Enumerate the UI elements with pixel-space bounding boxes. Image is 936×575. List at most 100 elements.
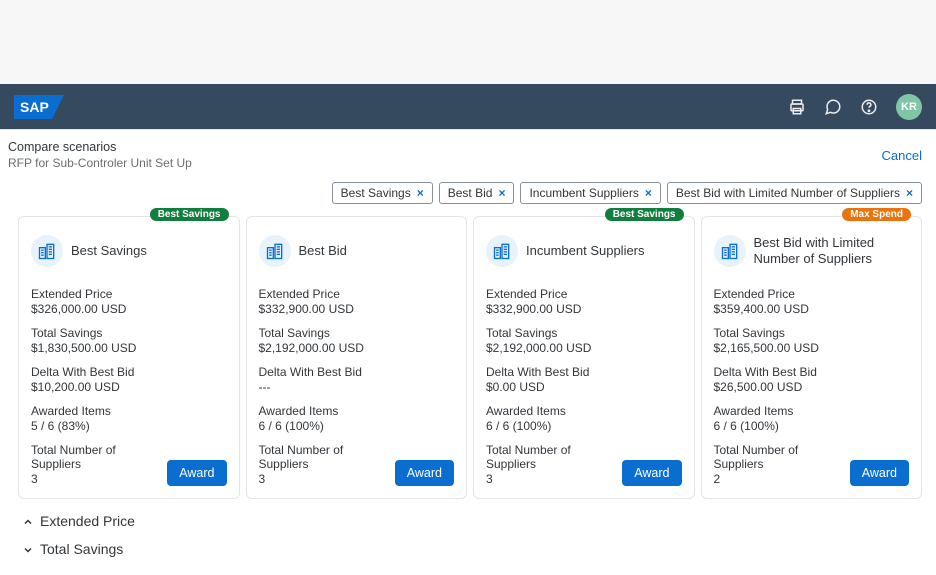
metric-value: 6 / 6 (100%) bbox=[259, 419, 455, 433]
metric-ext_price: Extended Price$326,000.00 USD bbox=[31, 287, 227, 316]
comment-icon[interactable] bbox=[824, 98, 842, 116]
metric-suppliers: Total Number of Suppliers3 bbox=[259, 443, 395, 486]
chip-incumbent[interactable]: Incumbent Suppliers × bbox=[520, 182, 660, 204]
metric-awarded: Awarded Items6 / 6 (100%) bbox=[486, 404, 682, 433]
metric-label: Total Savings bbox=[31, 326, 227, 340]
metric-label: Awarded Items bbox=[486, 404, 682, 418]
card-footer: Total Number of Suppliers3Award bbox=[486, 433, 682, 486]
metric-total_savings: Total Savings$1,830,500.00 USD bbox=[31, 326, 227, 355]
metric-value: $2,165,500.00 USD bbox=[714, 341, 910, 355]
award-button[interactable]: Award bbox=[167, 460, 226, 486]
metric-value: $332,900.00 USD bbox=[259, 302, 455, 316]
scenario-card: Best Bid Extended Price$332,900.00 USD Tot… bbox=[246, 216, 468, 499]
metric-label: Extended Price bbox=[31, 287, 227, 301]
header-actions: KR bbox=[788, 94, 922, 120]
best-savings-badge: Best Savings bbox=[150, 208, 229, 221]
close-icon[interactable]: × bbox=[645, 186, 652, 200]
close-icon[interactable]: × bbox=[417, 186, 424, 200]
sections: Extended Price Total Savings bbox=[0, 499, 936, 575]
metric-delta: Delta With Best Bid$26,500.00 USD bbox=[714, 365, 910, 394]
metric-delta: Delta With Best Bid$0.00 USD bbox=[486, 365, 682, 394]
metric-value: --- bbox=[259, 380, 455, 394]
metric-label: Total Savings bbox=[714, 326, 910, 340]
award-button[interactable]: Award bbox=[850, 460, 909, 486]
metric-label: Total Savings bbox=[259, 326, 455, 340]
card-title: Best Bid bbox=[299, 243, 347, 259]
card-footer: Total Number of Suppliers3Award bbox=[259, 433, 455, 486]
metric-value: 6 / 6 (100%) bbox=[714, 419, 910, 433]
svg-text:SAP: SAP bbox=[20, 99, 49, 115]
close-icon[interactable]: × bbox=[498, 186, 505, 200]
metric-value: $2,192,000.00 USD bbox=[259, 341, 455, 355]
metric-label: Total Number of Suppliers bbox=[259, 443, 395, 471]
metric-ext_price: Extended Price$332,900.00 USD bbox=[259, 287, 455, 316]
chip-label: Incumbent Suppliers bbox=[529, 186, 638, 200]
metric-delta: Delta With Best Bid$10,200.00 USD bbox=[31, 365, 227, 394]
metric-ext_price: Extended Price$332,900.00 USD bbox=[486, 287, 682, 316]
award-button[interactable]: Award bbox=[622, 460, 681, 486]
chip-label: Best Bid with Limited Number of Supplier… bbox=[676, 186, 900, 200]
card-header: Best Bid with Limited Number of Supplier… bbox=[714, 231, 910, 271]
section-extended-price[interactable]: Extended Price bbox=[22, 507, 918, 535]
metric-total_savings: Total Savings$2,192,000.00 USD bbox=[259, 326, 455, 355]
avatar[interactable]: KR bbox=[896, 94, 922, 120]
metric-suppliers: Total Number of Suppliers2 bbox=[714, 443, 850, 486]
max-spend-badge: Max Spend bbox=[842, 208, 911, 221]
section-label: Extended Price bbox=[40, 513, 135, 529]
shell-header: SAP KR bbox=[0, 84, 936, 129]
metric-value: 2 bbox=[714, 472, 850, 486]
metric-value: 3 bbox=[31, 472, 167, 486]
chevron-down-icon bbox=[22, 544, 32, 554]
metric-awarded: Awarded Items6 / 6 (100%) bbox=[714, 404, 910, 433]
metric-label: Delta With Best Bid bbox=[486, 365, 682, 379]
section-total-savings[interactable]: Total Savings bbox=[22, 535, 918, 563]
card-title: Best Bid with Limited Number of Supplier… bbox=[754, 235, 910, 268]
metric-label: Awarded Items bbox=[31, 404, 227, 418]
chip-limited[interactable]: Best Bid with Limited Number of Supplier… bbox=[667, 182, 922, 204]
award-button[interactable]: Award bbox=[395, 460, 454, 486]
metric-value: $1,830,500.00 USD bbox=[31, 341, 227, 355]
metric-total_savings: Total Savings$2,165,500.00 USD bbox=[714, 326, 910, 355]
metric-label: Delta With Best Bid bbox=[31, 365, 227, 379]
card-title: Incumbent Suppliers bbox=[526, 243, 645, 259]
chevron-up-icon bbox=[22, 516, 32, 526]
scenario-card: Best SavingsBest SavingsExtended Price$3… bbox=[18, 216, 240, 499]
card-footer: Total Number of Suppliers3Award bbox=[31, 433, 227, 486]
metric-value: 5 / 6 (83%) bbox=[31, 419, 227, 433]
best-savings-badge: Best Savings bbox=[605, 208, 684, 221]
card-footer: Total Number of Suppliers2Award bbox=[714, 433, 910, 486]
help-icon[interactable] bbox=[860, 98, 878, 116]
metric-ext_price: Extended Price$359,400.00 USD bbox=[714, 287, 910, 316]
metric-value: $10,200.00 USD bbox=[31, 380, 227, 394]
cancel-link[interactable]: Cancel bbox=[882, 148, 922, 163]
metric-label: Delta With Best Bid bbox=[714, 365, 910, 379]
chips-row: Best Savings × Best Bid × Incumbent Supp… bbox=[0, 178, 936, 210]
card-header: Best Bid bbox=[259, 231, 455, 271]
print-icon[interactable] bbox=[788, 98, 806, 116]
card-title: Best Savings bbox=[71, 243, 147, 259]
chip-best-savings[interactable]: Best Savings × bbox=[332, 182, 433, 204]
metric-value: $2,192,000.00 USD bbox=[486, 341, 682, 355]
close-icon[interactable]: × bbox=[906, 186, 913, 200]
chip-best-bid[interactable]: Best Bid × bbox=[439, 182, 515, 204]
metric-suppliers: Total Number of Suppliers3 bbox=[31, 443, 167, 486]
chip-label: Best Bid bbox=[448, 186, 493, 200]
metric-delta: Delta With Best Bid--- bbox=[259, 365, 455, 394]
card-header: Best Savings bbox=[31, 231, 227, 271]
metric-value: $0.00 USD bbox=[486, 380, 682, 394]
metric-value: $332,900.00 USD bbox=[486, 302, 682, 316]
metric-value: 3 bbox=[486, 472, 622, 486]
metric-value: $26,500.00 USD bbox=[714, 380, 910, 394]
card-header: Incumbent Suppliers bbox=[486, 231, 682, 271]
metric-suppliers: Total Number of Suppliers3 bbox=[486, 443, 622, 486]
metric-label: Total Savings bbox=[486, 326, 682, 340]
metric-awarded: Awarded Items6 / 6 (100%) bbox=[259, 404, 455, 433]
cards-wrap: Best SavingsBest SavingsExtended Price$3… bbox=[0, 210, 936, 499]
metric-value: 3 bbox=[259, 472, 395, 486]
top-space bbox=[0, 0, 936, 84]
metric-label: Extended Price bbox=[486, 287, 682, 301]
building-icon bbox=[714, 235, 746, 267]
metric-value: 6 / 6 (100%) bbox=[486, 419, 682, 433]
building-icon bbox=[259, 235, 291, 267]
metric-awarded: Awarded Items5 / 6 (83%) bbox=[31, 404, 227, 433]
